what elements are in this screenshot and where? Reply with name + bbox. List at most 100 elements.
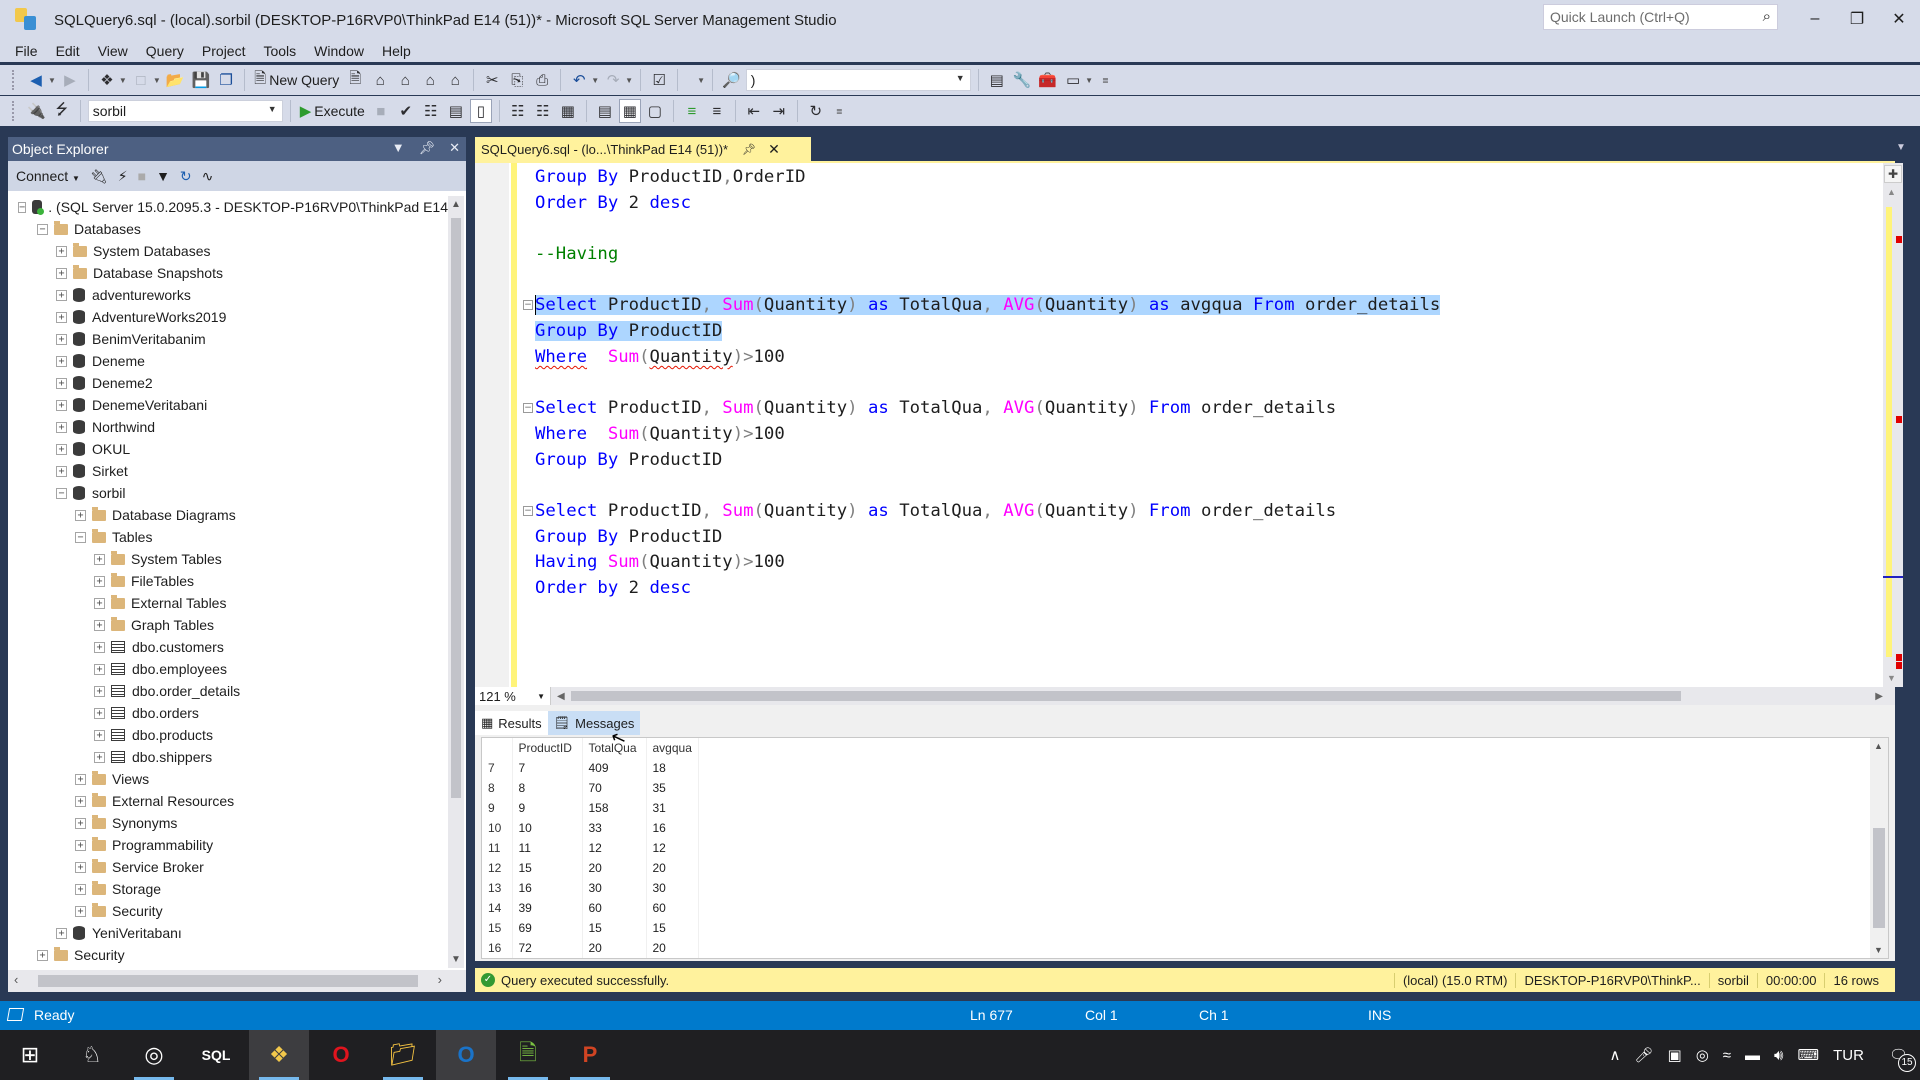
dmx-query-icon[interactable]: ⌂ [394,68,416,92]
object-explorer-vertical-scrollbar[interactable]: ▲ ▼ [448,196,464,968]
undo-dropdown-icon[interactable]: ▼ [591,76,599,85]
expand-icon[interactable]: + [94,663,105,675]
editor-horizontal-scrollbar-thumb[interactable] [570,691,1681,701]
cell-productid[interactable]: 7 [512,758,583,778]
cell-avgqua[interactable]: 15 [646,918,699,938]
taskbar-notepad-plus[interactable]: 🗎︎ [498,1030,558,1080]
collapse-icon[interactable]: − [37,223,48,235]
toolbar-grip[interactable] [12,101,16,121]
undo-icon[interactable]: ↶ [568,68,590,92]
save-icon[interactable]: 💾 [189,68,212,92]
client-statistics-icon[interactable]: ▦ [557,99,579,123]
code-line[interactable]: Where Sum(Quantity)>100 [535,422,1440,448]
query-options-icon[interactable]: ▤ [445,99,467,123]
tree-node[interactable]: + System Tables [8,548,448,570]
tree-node[interactable]: + Security [8,944,448,966]
cell-totalqua[interactable]: 60 [582,898,647,918]
expand-icon[interactable]: + [75,817,86,829]
code-line[interactable]: Group By ProductID,OrderID [535,165,1440,191]
database-engine-query-icon[interactable]: 🗎 [344,68,366,92]
restore-button[interactable]: ❐ [1840,6,1874,32]
cell-totalqua[interactable]: 20 [582,938,647,958]
results-to-text-icon[interactable]: ▤ [594,99,616,123]
mdx-query-icon[interactable]: ⌂ [369,68,391,92]
tree-node[interactable]: + Deneme2 [8,372,448,394]
cell-totalqua[interactable]: 15 [582,918,647,938]
specify-template-values-icon[interactable]: ↻ [805,99,827,123]
toolbar-overflow-icon[interactable]: ≣ [836,107,843,116]
tree-node[interactable]: + Service Broker [8,856,448,878]
new-project-dropdown-icon[interactable]: ▼ [119,76,127,85]
row-number[interactable]: 13 [482,878,513,898]
expand-icon[interactable]: + [94,597,105,609]
results-vertical-scrollbar[interactable]: ▲ ▼ [1870,738,1888,958]
expand-icon[interactable]: + [56,267,67,279]
taskbar-opera[interactable]: O [311,1030,371,1080]
expand-icon[interactable]: + [56,355,67,367]
menu-view[interactable]: View [89,43,137,59]
tree-node[interactable]: + adventureworks [8,284,448,306]
window-position-dropdown-icon[interactable]: ▼ [392,140,405,156]
scroll-down-icon[interactable]: ▼ [448,954,464,965]
expand-icon[interactable]: + [75,883,86,895]
tree-node[interactable]: + dbo.customers [8,636,448,658]
close-panel-icon[interactable]: ✕ [449,140,460,156]
cell-totalqua[interactable]: 30 [582,878,647,898]
camera-icon[interactable]: ◎ [1696,1046,1709,1064]
code-line[interactable]: − Select ProductID, Sum(Quantity) as Tota… [523,499,1440,525]
scrollbar-thumb[interactable] [38,975,418,987]
disconnect-icon[interactable]: ⚡︎ [118,168,128,185]
code-line[interactable]: Order By 2 desc [535,191,1440,217]
row-number[interactable]: 11 [482,838,513,858]
menu-file[interactable]: File [6,43,47,59]
tree-node[interactable]: + Database Snapshots [8,262,448,284]
increase-indent-icon[interactable]: ⇥ [768,99,790,123]
display-estimated-plan-icon[interactable]: ☷ [420,99,442,123]
row-number[interactable]: 9 [482,798,513,818]
code-line[interactable] [535,216,1440,242]
error-marker[interactable] [1896,416,1902,423]
scrollbar-thumb[interactable] [451,218,461,798]
collapse-icon[interactable]: − [56,487,67,499]
expand-icon[interactable]: + [56,399,67,411]
cell-avgqua[interactable]: 60 [646,898,699,918]
code-line[interactable] [535,268,1440,294]
zoom-level-combo[interactable]: 121 % ▼ [475,687,551,705]
expand-icon[interactable]: + [56,421,67,433]
error-marker[interactable] [1896,236,1902,243]
tree-node[interactable]: + dbo.shippers [8,746,448,768]
tab-sqlquery6[interactable]: SQLQuery6.sql - (lo...\ThinkPad E14 (51)… [475,137,811,161]
filter-icon[interactable]: ▼ [156,168,170,184]
expand-icon[interactable]: + [75,905,86,917]
expand-icon[interactable]: + [94,575,105,587]
table-row[interactable]: 10 10 33 16 [482,818,699,838]
include-actual-plan-icon[interactable]: ☷ [507,99,529,123]
notification-center-button[interactable]: 🗨︎ 15 [1889,1046,1916,1072]
show-hidden-icons-icon[interactable]: ∧ [1609,1046,1620,1064]
refresh-icon[interactable]: ↻ [180,168,192,185]
code-line[interactable]: − Select ProductID, Sum(Quantity) as Tota… [523,396,1440,422]
table-row[interactable]: 7 7 409 18 [482,758,699,778]
row-number[interactable]: 10 [482,818,513,838]
table-row[interactable]: 12 15 20 20 [482,858,699,878]
taskbar-ssms[interactable]: ❖ [249,1030,309,1080]
tree-node[interactable]: + dbo.order_details [8,680,448,702]
row-number[interactable]: 7 [482,758,513,778]
tab-results[interactable]: ▦ Results [475,711,548,735]
cell-productid[interactable]: 10 [512,818,583,838]
tree-node[interactable]: + Storage [8,878,448,900]
code-line[interactable] [535,371,1440,397]
menu-edit[interactable]: Edit [47,43,89,59]
menu-window[interactable]: Window [305,43,373,59]
minimize-button[interactable]: – [1798,6,1832,32]
menu-project[interactable]: Project [193,43,255,59]
cell-avgqua[interactable]: 31 [646,798,699,818]
tree-node[interactable]: + dbo.products [8,724,448,746]
save-all-icon[interactable]: ❐ [215,68,237,92]
editor-vertical-scrollbar[interactable]: ✚ ▲ ▼ [1883,163,1903,687]
comment-lines-icon[interactable]: ≡ [681,99,703,123]
open-file-icon[interactable]: 📂 [164,68,187,92]
results-to-file-icon[interactable]: ▢ [644,99,666,123]
results-to-grid-icon[interactable]: ▦ [618,99,641,123]
tree-node[interactable]: + Views [8,768,448,790]
